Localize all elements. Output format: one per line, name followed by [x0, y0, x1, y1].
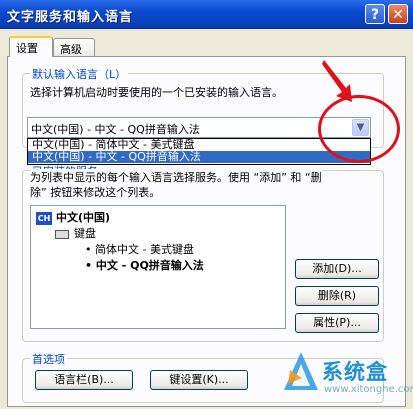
tab-settings[interactable]: 设置: [9, 36, 53, 57]
preferences-group-label: 首选项: [30, 351, 67, 367]
help-icon: ?: [370, 7, 380, 23]
help-button[interactable]: ?: [365, 4, 385, 24]
tab-settings-label: 设置: [16, 42, 38, 55]
title-bar: 文字服务和输入语言 ? ✕: [0, 0, 413, 29]
tree-language-label: 中文(中国): [56, 211, 111, 224]
key-settings-button[interactable]: 键设置(K)...: [150, 370, 248, 390]
properties-button[interactable]: 属性(P)...: [295, 313, 379, 333]
default-language-selected-value: 中文(中国) - 中文 - QQ拼音输入法: [31, 123, 200, 136]
installed-services-description-line1: 为列表中显示的每个输入语言选择服务。使用 “添加” 和 “删: [30, 169, 322, 185]
language-bar-button[interactable]: 语言栏(B)...: [35, 370, 133, 390]
language-badge-icon: CH: [36, 211, 52, 225]
tree-language-node[interactable]: CH 中文(中国): [36, 209, 110, 225]
tab-advanced-label: 高级: [60, 43, 82, 56]
tree-category-label: 键盘: [74, 227, 96, 240]
close-icon: ✕: [392, 7, 404, 23]
default-language-group-label: 默认输入语言（L）: [30, 66, 129, 82]
tab-advanced[interactable]: 高级: [53, 38, 95, 56]
watermark-name: 系统盒: [322, 360, 388, 384]
tree-item-label: 简体中文 - 美式键盘: [95, 243, 194, 256]
default-language-dropdown-list: 中文(中国) - 简体中文 - 美式键盘 中文(中国) - 中文 - QQ拼音输…: [27, 138, 371, 165]
default-language-description: 选择计算机启动时要使用的一个已安装的输入语言。: [30, 86, 283, 99]
tree-item-bullet: •: [85, 243, 92, 256]
tree-item-bullet: •: [85, 259, 93, 272]
close-button[interactable]: ✕: [388, 4, 408, 24]
services-tree[interactable]: CH 中文(中国) 键盘 • 简体中文 - 美式键盘 • 中文 - QQ拼音输入法: [30, 205, 286, 329]
window-title: 文字服务和输入语言: [7, 10, 134, 25]
keyboard-icon: [55, 229, 69, 239]
tree-item[interactable]: • 简体中文 - 美式键盘: [85, 241, 194, 257]
annotation-arrow-icon: [322, 60, 352, 102]
tree-category-node[interactable]: 键盘: [55, 225, 96, 241]
add-button[interactable]: 添加(D)...: [295, 259, 379, 279]
tree-item-selected[interactable]: • 中文 - QQ拼音输入法: [85, 257, 204, 273]
dropdown-option-selected[interactable]: 中文(中国) - 中文 - QQ拼音输入法: [28, 151, 370, 163]
watermark-url: www.xitonghe.com: [324, 384, 413, 395]
tree-item-label: 中文 - QQ拼音输入法: [95, 259, 204, 272]
installed-services-description-line2: 除” 按钮来修改这个列表。: [30, 186, 161, 199]
watermark-logo-icon: [284, 352, 318, 390]
remove-button[interactable]: 删除(R): [295, 286, 379, 306]
